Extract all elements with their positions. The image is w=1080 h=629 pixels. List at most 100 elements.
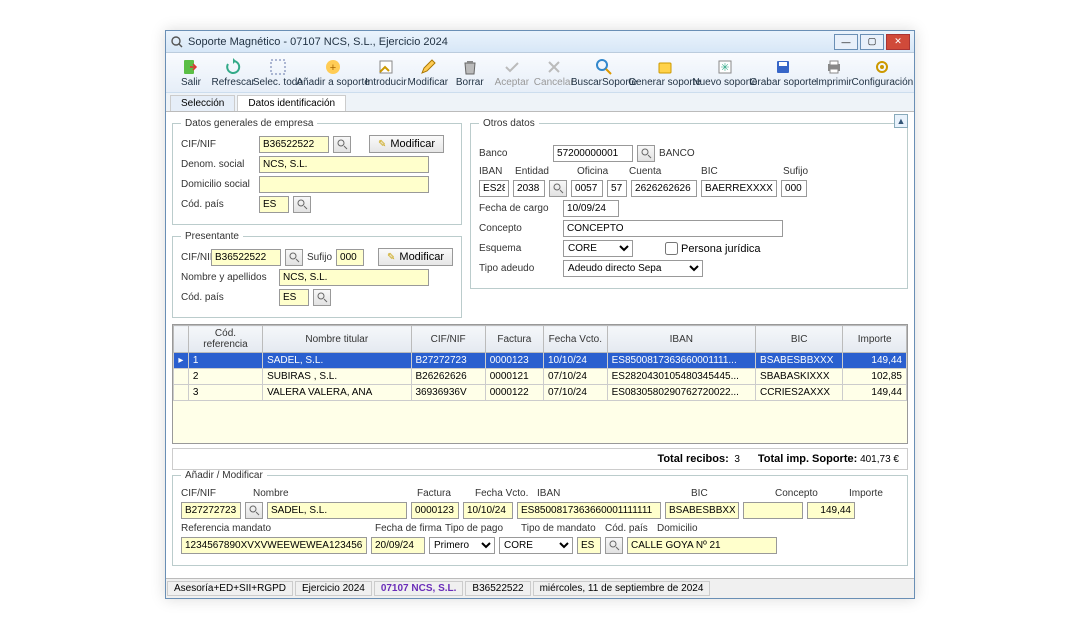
am-refmandato-input[interactable]: [181, 537, 367, 554]
am-cifnif-label: CIF/NIF: [181, 488, 216, 499]
esquema-label: Esquema: [479, 243, 559, 254]
table-row[interactable]: ▸ 1SADEL, S.L.B27272723000012310/10/24ES…: [174, 353, 907, 369]
col-importe[interactable]: Importe: [843, 326, 907, 353]
empresa-cifnif-search-button[interactable]: [333, 136, 351, 153]
iban-label: IBAN: [479, 166, 502, 177]
entidad-input[interactable]: [513, 180, 545, 197]
bic-input[interactable]: [701, 180, 777, 197]
am-codpais-search-button[interactable]: [605, 537, 623, 554]
buscar-soporte-button[interactable]: BuscarSoporte: [575, 55, 633, 90]
tab-seleccion[interactable]: Selección: [170, 95, 235, 111]
am-bic-label: BIC: [691, 488, 708, 499]
col-cod[interactable]: Cód. referencia: [188, 326, 262, 353]
am-factura-input[interactable]: [411, 502, 459, 519]
esquema-select[interactable]: CORE: [563, 240, 633, 257]
maximize-button[interactable]: ▢: [860, 34, 884, 50]
am-tipomandato-label: Tipo de mandato: [521, 523, 596, 534]
am-tipopago-select[interactable]: Primero: [429, 537, 495, 554]
dc-input[interactable]: [607, 180, 627, 197]
nuevo-soporte-button[interactable]: ✳Nuevo soporte: [696, 55, 754, 90]
grabar-soporte-button[interactable]: Grabar soporte: [754, 55, 813, 90]
empresa-dom-input[interactable]: [259, 176, 429, 193]
empresa-codpais-input[interactable]: [259, 196, 289, 213]
status-asesoria: Asesoría+ED+SII+RGPD: [167, 581, 293, 596]
am-concepto-input[interactable]: [743, 502, 803, 519]
banco-search-button[interactable]: [637, 145, 655, 162]
oficina-input[interactable]: [571, 180, 603, 197]
table-row[interactable]: 2SUBIRAS , S.L.B26262626000012107/10/24E…: [174, 369, 907, 385]
am-cifnif-search-button[interactable]: [245, 502, 263, 519]
empresa-dom-label: Domicilio social: [181, 179, 255, 190]
am-tipopago-label: Tipo de pago: [445, 523, 503, 534]
cuenta-input[interactable]: [631, 180, 697, 197]
minimize-button[interactable]: —: [834, 34, 858, 50]
modificar-button[interactable]: Modificar: [407, 55, 449, 90]
borrar-button[interactable]: Borrar: [449, 55, 491, 90]
am-fechavcto-input[interactable]: [463, 502, 513, 519]
entidad-search-button[interactable]: [549, 180, 567, 197]
presentante-sufijo-input[interactable]: [336, 249, 364, 266]
configuracion-button[interactable]: Configuración: [855, 55, 910, 90]
presentante-nombre-label: Nombre y apellidos: [181, 272, 275, 283]
col-nombre[interactable]: Nombre titular: [263, 326, 411, 353]
presentante-fieldset: Presentante CIF/NIF Sufijo ✎Modificar No…: [172, 231, 462, 318]
presentante-codpais-label: Cód. país: [181, 292, 275, 303]
generar-soporte-button[interactable]: Generar soporte: [633, 55, 696, 90]
imprimir-button[interactable]: Imprimir: [813, 55, 855, 90]
selectodo-button[interactable]: Selec. todo: [254, 55, 301, 90]
am-domicilio-label: Domicilio: [657, 523, 698, 534]
empresa-modificar-button[interactable]: ✎Modificar: [369, 135, 444, 153]
aceptar-button[interactable]: Aceptar: [491, 55, 533, 90]
banco-input[interactable]: [553, 145, 633, 162]
sufijo-label: Sufijo: [783, 166, 808, 177]
collapse-panel-button[interactable]: ▲: [894, 114, 908, 128]
col-factura[interactable]: Factura: [485, 326, 543, 353]
salir-button[interactable]: Salir: [170, 55, 212, 90]
fechacargo-input[interactable]: [563, 200, 619, 217]
table-row[interactable]: 3VALERA VALERA, ANA36936936V000012207/10…: [174, 385, 907, 401]
anadir-soporte-button[interactable]: +Añadir a soporte: [301, 55, 364, 90]
otros-datos-fieldset: Otros datos Banco BANCO IBAN Entidad Ofi…: [470, 118, 908, 289]
am-cifnif-input[interactable]: [181, 502, 241, 519]
app-icon: [170, 35, 184, 49]
empresa-denom-input[interactable]: [259, 156, 429, 173]
presentante-modificar-button[interactable]: ✎Modificar: [378, 248, 453, 266]
status-fecha: miércoles, 11 de septiembre de 2024: [533, 581, 711, 596]
col-cif[interactable]: CIF/NIF: [411, 326, 485, 353]
tab-datos-identificacion[interactable]: Datos identificación: [237, 95, 346, 111]
am-domicilio-input[interactable]: [627, 537, 777, 554]
am-bic-input[interactable]: [665, 502, 739, 519]
col-fecha[interactable]: Fecha Vcto.: [544, 326, 608, 353]
empresa-legend: Datos generales de empresa: [181, 118, 317, 129]
col-bic[interactable]: BIC: [756, 326, 843, 353]
am-nombre-input[interactable]: [267, 502, 407, 519]
persona-juridica-checkbox[interactable]: Persona jurídica: [665, 242, 761, 255]
am-importe-input[interactable]: [807, 502, 855, 519]
presentante-codpais-input[interactable]: [279, 289, 309, 306]
tipoadeudo-select[interactable]: Adeudo directo Sepa: [563, 260, 703, 277]
entidad-label: Entidad: [515, 166, 549, 177]
iban-input[interactable]: [479, 180, 509, 197]
am-fechafirma-input[interactable]: [371, 537, 425, 554]
svg-text:+: +: [330, 62, 336, 74]
presentante-cifnif-search-button[interactable]: [285, 249, 303, 266]
am-codpais-input[interactable]: [577, 537, 601, 554]
presentante-cifnif-input[interactable]: [211, 249, 281, 266]
col-iban[interactable]: IBAN: [607, 326, 755, 353]
presentante-codpais-search-button[interactable]: [313, 289, 331, 306]
am-iban-input[interactable]: [517, 502, 661, 519]
refrescar-button[interactable]: Refrescar: [212, 55, 254, 90]
am-tipomandato-select[interactable]: CORE: [499, 537, 573, 554]
empresa-codpais-search-button[interactable]: [293, 196, 311, 213]
otros-sufijo-input[interactable]: [781, 180, 807, 197]
empresa-cifnif-input[interactable]: [259, 136, 329, 153]
recibos-grid[interactable]: Cód. referencia Nombre titular CIF/NIF F…: [172, 324, 908, 444]
introducir-button[interactable]: Introducir: [365, 55, 407, 90]
close-button[interactable]: ✕: [886, 34, 910, 50]
banco-name-text: BANCO: [659, 148, 695, 159]
empresa-denom-label: Denom. social: [181, 159, 255, 170]
cancelar-button[interactable]: Cancelar: [533, 55, 575, 90]
totals-bar: Total recibos: 3 Total imp. Soporte: 401…: [172, 448, 908, 470]
presentante-nombre-input[interactable]: [279, 269, 429, 286]
concepto-input[interactable]: [563, 220, 783, 237]
